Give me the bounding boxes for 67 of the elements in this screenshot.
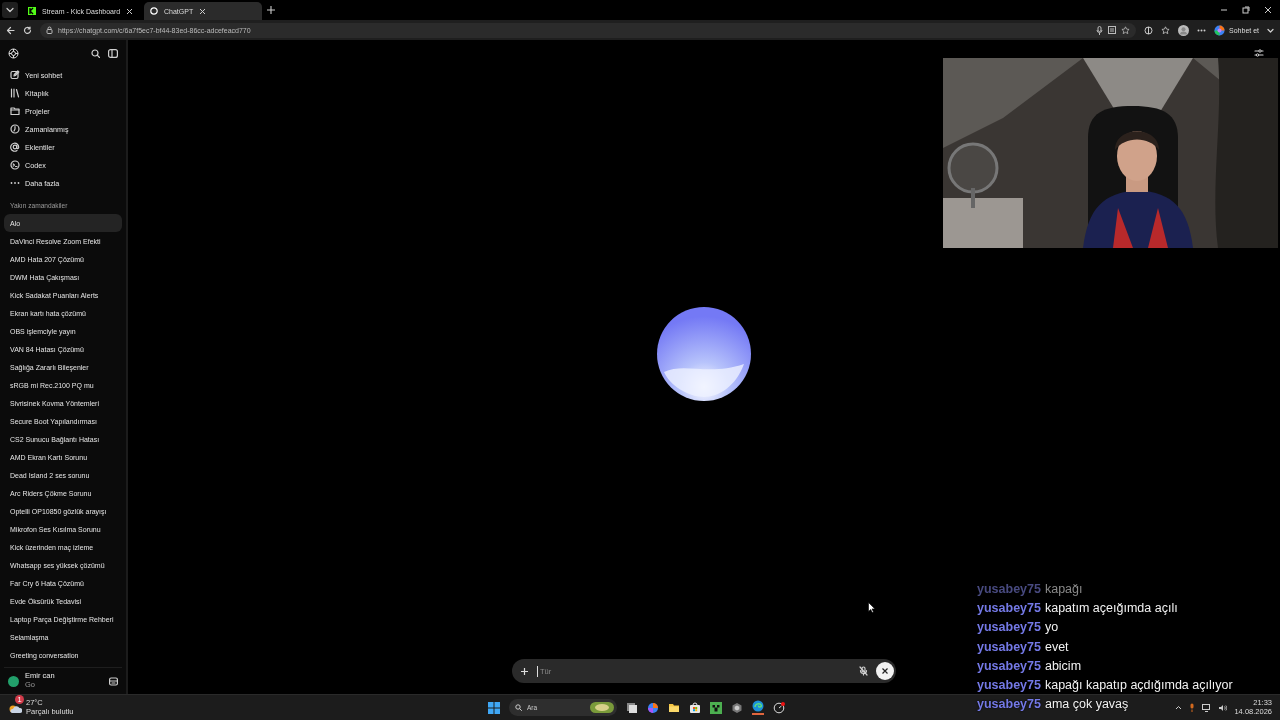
sliders-icon[interactable] (1254, 48, 1264, 58)
chevron-up-icon[interactable] (1175, 705, 1183, 710)
chat-message: kapatım açeığımda açılı (1044, 600, 1178, 618)
chat-username: yusabey75 (977, 581, 1041, 598)
chat-message: kapağı kapatıp açdığımda açılıyor (1044, 677, 1233, 694)
microphone-muted-icon[interactable] (859, 666, 868, 676)
refresh-icon[interactable] (23, 25, 32, 35)
task-view-icon[interactable] (626, 701, 638, 714)
extension-icon[interactable] (1144, 25, 1154, 35)
new-tab-icon[interactable] (266, 5, 276, 15)
avatar-icon (8, 675, 19, 687)
creeper-block-icon[interactable] (710, 701, 722, 714)
profile-avatar-icon[interactable] (1178, 24, 1190, 36)
flower-logo-icon[interactable] (8, 47, 19, 59)
chat-message: yo (1044, 619, 1059, 637)
browser-icon[interactable] (752, 700, 764, 715)
lock-icon (46, 26, 53, 34)
books-icon (10, 88, 20, 98)
circle-logo-icon (150, 7, 158, 15)
restore-icon[interactable] (1242, 6, 1250, 14)
close-icon[interactable] (126, 7, 134, 15)
chat-message: abicim (1044, 657, 1082, 675)
pencil-square-icon (10, 70, 20, 80)
chat-message: kapağı (1044, 581, 1083, 598)
chat-username: yusabey75 (977, 600, 1041, 618)
chat-username: yusabey75 (977, 619, 1041, 637)
store-icon[interactable] (689, 701, 701, 714)
speaker-icon[interactable] (1218, 703, 1228, 712)
more-icon[interactable] (1197, 28, 1207, 32)
hexagon-icon[interactable] (731, 701, 743, 714)
start-icon[interactable] (488, 701, 500, 714)
gauge-icon[interactable] (773, 701, 785, 714)
star-icon[interactable] (1121, 25, 1131, 35)
reader-icon[interactable] (1108, 26, 1117, 34)
voice-chat-icon[interactable] (109, 676, 118, 686)
chat-message: ama çok yavaş (1044, 696, 1129, 714)
plus-icon[interactable] (520, 666, 529, 676)
sidebar-toggle-icon[interactable] (108, 48, 118, 58)
k-logo-icon (28, 7, 36, 15)
close-button-icon[interactable] (876, 662, 894, 680)
network-icon[interactable] (1202, 703, 1212, 712)
back-arrow-icon[interactable] (6, 25, 15, 35)
chat-username: yusabey75 (977, 638, 1041, 656)
search-icon[interactable] (91, 48, 100, 58)
folder-icon (10, 106, 20, 116)
chat-username: yusabey75 (977, 677, 1041, 694)
chat-message: evet (1044, 638, 1069, 656)
close-icon[interactable] (1264, 6, 1272, 14)
chat-username: yusabey75 (977, 696, 1041, 714)
folder-icon[interactable] (668, 701, 680, 714)
microphone-icon[interactable] (1096, 25, 1104, 35)
copilot-logo-icon (1214, 24, 1226, 36)
search-highlight-icon (590, 702, 614, 713)
mouse-pointer-icon (868, 602, 875, 613)
favorites-icon[interactable] (1161, 25, 1171, 35)
chat-username: yusabey75 (977, 657, 1041, 675)
tab-list-icon[interactable] (2, 2, 18, 18)
microphone-icon[interactable] (1189, 703, 1196, 712)
search-icon (515, 704, 522, 711)
clock-icon (10, 124, 20, 134)
copilot-icon[interactable] (647, 701, 659, 714)
at-sign-icon (10, 142, 20, 152)
chevron-down-icon[interactable] (1267, 26, 1274, 34)
minimize-icon[interactable] (1220, 6, 1228, 14)
terminal-icon (10, 160, 20, 170)
close-icon[interactable] (199, 7, 207, 15)
voice-orb-icon (656, 305, 752, 402)
